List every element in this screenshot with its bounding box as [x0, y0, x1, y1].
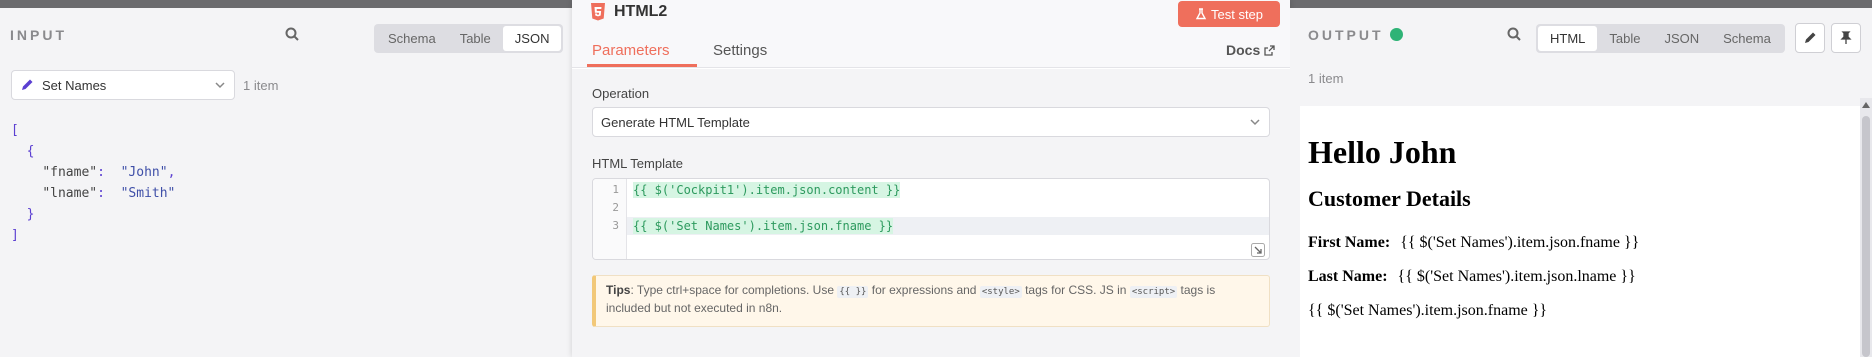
html-preview: Hello John Customer Details First Name: …	[1300, 106, 1860, 357]
preview-first-name: First Name: {{ $('Set Names').item.json.…	[1308, 234, 1639, 252]
input-view-json[interactable]: JSON	[502, 26, 562, 51]
json-line: [	[11, 120, 175, 141]
tips-text: : Type ctrl+space for completions. Use	[630, 283, 838, 297]
input-panel: INPUT Schema Table JSON Set Names 1 item…	[0, 8, 572, 357]
input-node-label: Set Names	[42, 77, 107, 93]
flask-icon	[1195, 8, 1207, 20]
parameters-panel: Operation Generate HTML Template HTML Te…	[572, 69, 1290, 357]
input-items-count: 1 item	[243, 78, 279, 93]
operation-label: Operation	[592, 86, 650, 101]
json-value: "John"	[120, 165, 168, 180]
search-icon[interactable]	[280, 22, 304, 46]
scroll-thumb[interactable]	[1862, 116, 1870, 357]
pin-output-button[interactable]	[1831, 23, 1861, 53]
tips-chip: <style>	[979, 286, 1022, 298]
pin-icon	[1840, 31, 1852, 44]
chevron-down-icon	[1250, 119, 1260, 126]
preview-heading: Hello John	[1308, 134, 1457, 170]
output-view-json[interactable]: JSON	[1652, 26, 1711, 51]
last-name-value: {{ $('Set Names').item.json.lname }}	[1397, 268, 1636, 285]
tips-chip: <script>	[1129, 286, 1178, 298]
line-number: 1	[612, 183, 619, 196]
line-number: 3	[612, 219, 619, 232]
active-tab-underline	[587, 64, 697, 67]
scroll-up-arrow-icon[interactable]	[1862, 102, 1870, 108]
output-scrollbar[interactable]	[1860, 98, 1872, 357]
input-node-select[interactable]: Set Names	[11, 70, 235, 100]
json-line: {	[11, 141, 175, 162]
last-name-label: Last Name:	[1308, 268, 1388, 285]
code-line: {{ $('Set Names').item.json.fname }}	[627, 217, 1269, 235]
output-panel: OUTPUT HTML Table JSON Schema 1 item Hel…	[1290, 8, 1872, 357]
output-view-table[interactable]: Table	[1597, 26, 1652, 51]
success-check-icon	[1389, 27, 1403, 41]
preview-last-name: Last Name: {{ $('Set Names').item.json.l…	[1308, 268, 1636, 286]
operation-select[interactable]: Generate HTML Template	[592, 107, 1270, 137]
output-title-text: OUTPUT	[1308, 27, 1384, 43]
json-bracket: ]	[11, 228, 19, 243]
output-view-html[interactable]: HTML	[1538, 26, 1598, 51]
first-name-label: First Name:	[1308, 234, 1391, 251]
preview-plain-text: {{ $('Set Names').item.json.fname }}	[1308, 302, 1548, 319]
json-bracket: [	[11, 123, 19, 138]
output-title: OUTPUT	[1308, 27, 1403, 43]
expression: {{ $('Set Names').item.json.fname }}	[633, 218, 894, 234]
input-view-table[interactable]: Table	[448, 26, 503, 51]
node-modal: HTML2 Test step Parameters Settings Docs…	[572, 0, 1290, 357]
tips-callout: Tips: Type ctrl+space for completions. U…	[592, 275, 1270, 327]
node-header: HTML2 Test step Parameters Settings Docs	[572, 0, 1290, 68]
docs-link[interactable]: Docs	[1226, 42, 1275, 58]
json-bracket: }	[26, 207, 35, 222]
code-line: {{ $('Cockpit1').item.json.content }}	[627, 181, 1269, 199]
tab-parameters[interactable]: Parameters	[592, 42, 670, 59]
search-icon[interactable]	[1502, 22, 1526, 46]
html-template-editor[interactable]: 1 2 3 {{ $('Cockpit1').item.json.content…	[592, 178, 1270, 260]
expand-editor-icon[interactable]	[1251, 243, 1265, 257]
json-line: }	[11, 204, 175, 225]
json-key: "fname"	[42, 165, 98, 180]
node-title: HTML2	[614, 3, 668, 20]
input-view-schema[interactable]: Schema	[376, 26, 448, 51]
edit-output-button[interactable]	[1795, 23, 1825, 53]
json-line: "fname": "John",	[42, 165, 176, 180]
test-step-label: Test step	[1210, 6, 1264, 22]
expression: {{ $('Cockpit1').item.json.content }}	[633, 182, 901, 198]
docs-label: Docs	[1226, 42, 1261, 58]
input-title: INPUT	[10, 27, 67, 43]
tips-chip: {{ }}	[837, 286, 869, 298]
pencil-icon	[22, 79, 33, 90]
line-number: 2	[612, 201, 619, 214]
chevron-down-icon	[215, 82, 225, 89]
test-step-button[interactable]: Test step	[1178, 1, 1280, 27]
tips-bold: Tips	[606, 283, 631, 297]
tips-text: for expressions and	[868, 283, 980, 297]
output-view-toggle: HTML Table JSON Schema	[1536, 24, 1785, 53]
html5-icon	[591, 3, 605, 21]
json-value: "Smith"	[120, 186, 176, 201]
json-line: "lname": "Smith"	[42, 186, 176, 201]
preview-subheading: Customer Details	[1308, 186, 1471, 211]
input-view-toggle: Schema Table JSON	[374, 24, 564, 53]
tips-text: tags for CSS. JS in	[1021, 283, 1130, 297]
html-template-label: HTML Template	[592, 156, 684, 171]
json-line: ]	[11, 225, 175, 246]
pencil-icon	[1805, 32, 1816, 43]
external-link-icon	[1264, 44, 1275, 56]
tab-settings[interactable]: Settings	[713, 42, 767, 59]
json-key: "lname"	[42, 186, 98, 201]
input-json-view: [ { "fname": "John", "lname": "Smith" }]	[11, 120, 175, 246]
output-items-count: 1 item	[1308, 71, 1344, 86]
operation-value: Generate HTML Template	[601, 114, 750, 130]
output-view-schema[interactable]: Schema	[1711, 26, 1783, 51]
first-name-value: {{ $('Set Names').item.json.fname }}	[1400, 234, 1640, 251]
json-bracket: {	[26, 144, 35, 159]
